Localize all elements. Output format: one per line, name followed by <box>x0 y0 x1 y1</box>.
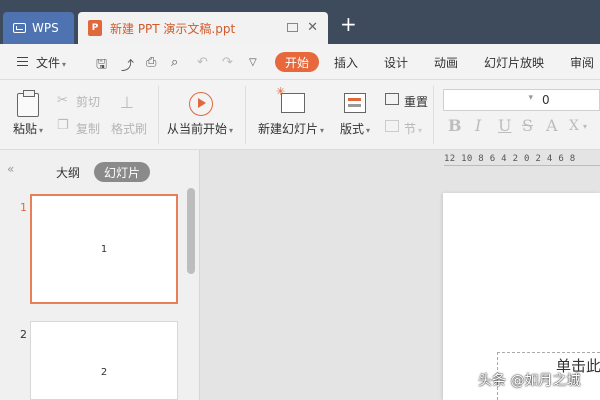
window-mode-icon[interactable] <box>287 23 298 32</box>
font-family-select[interactable] <box>443 89 539 111</box>
strikethrough-button[interactable]: S <box>522 116 533 135</box>
slide-thumbnail-content: 2 <box>100 367 108 378</box>
slide-thumbnail[interactable]: 2 <box>30 321 178 400</box>
wps-home-tab[interactable]: WPS <box>3 12 74 44</box>
quick-access-dropdown-icon[interactable]: ▽ <box>249 57 257 68</box>
chevron-down-icon: ▾ <box>229 126 234 135</box>
reset-button[interactable]: 重置 <box>404 93 428 110</box>
bold-button[interactable]: B <box>448 116 462 135</box>
new-slide-icon[interactable] <box>276 85 305 113</box>
outline-view-tab[interactable]: 大纲 <box>56 164 80 181</box>
document-tab[interactable]: P 新建 PPT 演示文稿.ppt ✕ <box>78 12 328 44</box>
underline-button[interactable]: U <box>498 116 511 135</box>
font-size-input[interactable]: 0 <box>538 89 600 111</box>
chevron-down-icon: ▾ <box>39 126 44 135</box>
layout-button[interactable]: 版式 ▾ <box>340 120 370 137</box>
tab-design[interactable]: 设计 <box>384 54 408 71</box>
paste-icon[interactable] <box>17 90 39 117</box>
redo-icon[interactable]: ↷ <box>222 55 233 70</box>
collapse-panel-icon[interactable]: « <box>7 162 14 176</box>
scissors-icon: ✂ <box>57 93 68 108</box>
tab-slideshow[interactable]: 幻灯片放映 <box>484 54 544 71</box>
play-icon[interactable] <box>189 92 213 116</box>
wps-tab-label: WPS <box>32 21 59 35</box>
cut-button[interactable]: 剪切 <box>76 93 100 110</box>
section-button[interactable]: 节 ▾ <box>404 120 422 137</box>
document-tab-title: 新建 PPT 演示文稿.ppt <box>110 21 236 36</box>
italic-button[interactable]: I <box>475 116 481 135</box>
undo-icon[interactable]: ↶ <box>197 55 208 70</box>
file-menu[interactable]: 文件 ▾ <box>36 54 66 71</box>
clear-format-button[interactable]: X <box>569 118 579 134</box>
paste-button[interactable]: 粘贴 ▾ <box>13 120 43 137</box>
new-tab-button[interactable]: + <box>340 14 357 34</box>
tab-insert[interactable]: 插入 <box>334 54 358 71</box>
ppt-file-icon: P <box>88 20 102 36</box>
layout-icon[interactable] <box>344 93 366 113</box>
reset-icon <box>385 93 399 105</box>
print-icon[interactable]: ⎙ <box>146 55 156 70</box>
save-icon[interactable]: 🖫 <box>96 55 107 77</box>
slide-number: 1 <box>20 201 27 214</box>
new-slide-button[interactable]: 新建幻灯片 ▾ <box>258 120 324 137</box>
tab-review[interactable]: 审阅 <box>570 54 594 71</box>
ribbon-divider <box>245 86 246 144</box>
chevron-down-icon: ▾ <box>366 126 371 135</box>
hamburger-menu-icon[interactable] <box>17 57 28 66</box>
chevron-down-icon[interactable]: ▾ <box>583 122 587 131</box>
print-preview-icon[interactable]: ⌕ <box>171 55 178 70</box>
ribbon-divider <box>433 86 434 144</box>
close-tab-icon[interactable]: ✕ <box>307 20 318 35</box>
export-icon[interactable]: ⤴ <box>121 55 134 74</box>
section-icon <box>385 120 399 132</box>
format-painter-button[interactable]: 格式刷 <box>111 120 147 137</box>
slide-number: 2 <box>20 328 27 341</box>
tab-home[interactable]: 开始 <box>275 52 319 72</box>
menu-bar: 文件 ▾ 🖫 ⤴ ⎙ ⌕ ↶ ↷ ▽ 开始 插入 设计 动画 幻灯片放映 审阅 <box>0 44 600 80</box>
horizontal-ruler: 12 10 8 6 4 2 0 2 4 6 8 <box>444 154 600 166</box>
from-current-slide-button[interactable]: 从当前开始 ▾ <box>167 120 233 137</box>
copy-icon: ❐ <box>57 118 69 133</box>
chevron-down-icon: ▾ <box>418 126 423 135</box>
slide-thumbnail-content: 1 <box>100 243 108 255</box>
format-painter-icon: ⊥ <box>120 93 134 112</box>
chevron-down-icon: ▾ <box>320 126 325 135</box>
font-color-button[interactable]: A <box>546 116 558 135</box>
copy-button[interactable]: 复制 <box>76 120 100 137</box>
watermark: 头条 @如月之城 <box>478 373 581 389</box>
slide-thumbnail[interactable]: 1 <box>30 194 178 304</box>
ribbon-divider <box>158 86 159 144</box>
wps-logo-icon <box>13 23 26 33</box>
chevron-down-icon: ▾ <box>62 60 67 69</box>
thumbnail-scrollbar[interactable] <box>187 188 195 274</box>
slides-view-tab[interactable]: 幻灯片 <box>94 162 150 182</box>
tab-animation[interactable]: 动画 <box>434 54 458 71</box>
title-bar: WPS P 新建 PPT 演示文稿.ppt ✕ + <box>0 0 600 44</box>
